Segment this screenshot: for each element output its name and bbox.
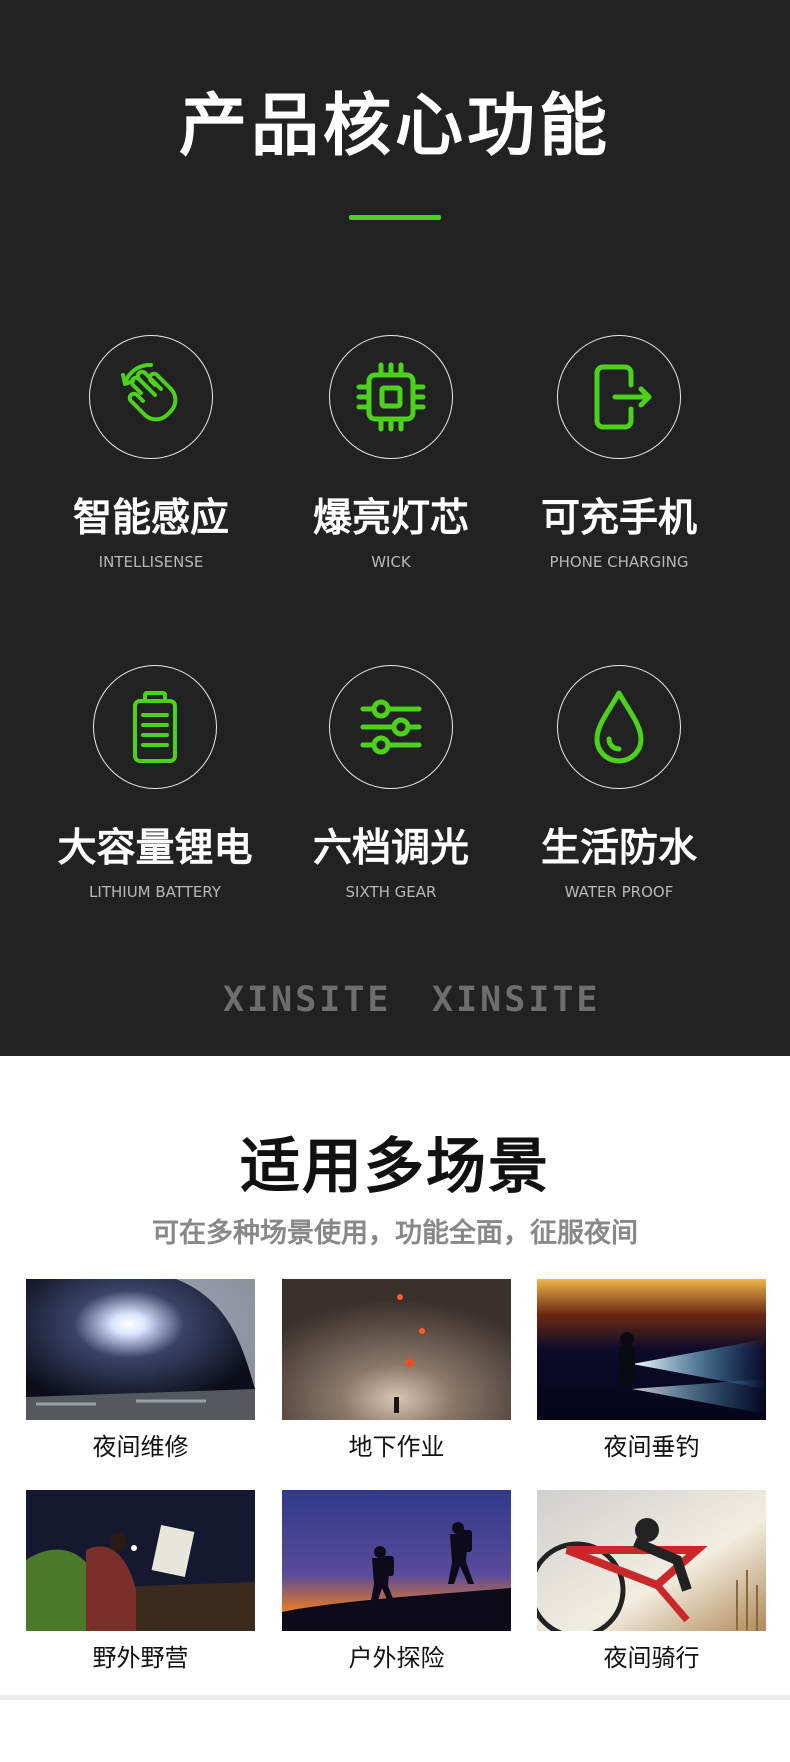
battery-icon <box>133 691 177 763</box>
scene-label: 野外野营 <box>92 1644 189 1672</box>
scene-card: 夜间维修 <box>26 1279 255 1462</box>
scene-card: 地下作业 <box>282 1279 511 1462</box>
scene-label: 户外探险 <box>348 1644 445 1672</box>
title-underline <box>349 215 441 220</box>
feature-subtitle: WATER PROOF <box>564 883 674 901</box>
scene-image-night-cycling <box>537 1490 766 1631</box>
scene-card: 户外探险 <box>282 1490 511 1673</box>
feature-title: 生活防水 <box>540 826 697 871</box>
scene-label: 夜间维修 <box>92 1433 189 1461</box>
scenes-title: 适用多场景 <box>240 1132 550 1202</box>
brand-watermark: XINSITE <box>223 980 392 1020</box>
feature-icon-circle <box>93 665 217 789</box>
feature-subtitle: PHONE CHARGING <box>549 553 689 571</box>
section-title: 产品核心功能 <box>178 87 611 166</box>
scene-image-outdoor-adventure <box>282 1490 511 1631</box>
feature-icon-circle <box>329 335 453 459</box>
feature-wick: 爆亮灯芯 WICK <box>271 335 511 572</box>
feature-water-proof: 生活防水 WATER PROOF <box>499 665 739 902</box>
scene-label: 夜间垂钓 <box>603 1433 700 1461</box>
bottom-divider <box>0 1695 790 1700</box>
feature-title: 大容量锂电 <box>57 826 253 871</box>
feature-title: 可充手机 <box>540 496 697 541</box>
feature-icon-circle <box>557 335 681 459</box>
feature-title: 爆亮灯芯 <box>312 496 469 541</box>
feature-phone-charging: 可充手机 PHONE CHARGING <box>499 335 739 572</box>
scene-image-underground <box>282 1279 511 1420</box>
chip-icon <box>356 362 426 432</box>
scene-image-camping <box>26 1490 255 1631</box>
scene-image-night-fishing <box>537 1279 766 1420</box>
scene-label: 夜间骑行 <box>603 1644 700 1672</box>
feature-subtitle: WICK <box>371 553 411 571</box>
feature-subtitle: INTELLISENSE <box>98 553 204 571</box>
feature-subtitle: LITHIUM BATTERY <box>89 883 221 901</box>
feature-subtitle: SIXTH GEAR <box>345 883 437 901</box>
feature-sixth-gear: 六档调光 SIXTH GEAR <box>271 665 511 902</box>
feature-title: 智能感应 <box>72 496 229 541</box>
brand-watermark: XINSITE <box>432 980 601 1020</box>
sliders-icon <box>360 699 422 755</box>
feature-intellisense: 智能感应 INTELLISENSE <box>31 335 271 572</box>
scene-card: 夜间骑行 <box>537 1490 766 1673</box>
scenes-subtitle: 可在多种场景使用，功能全面，征服夜间 <box>152 1218 638 1249</box>
scene-image-night-repair <box>26 1279 255 1420</box>
features-section: 产品核心功能 智能感应 INTELLISENSE 爆亮灯芯 WICK 可充手机 … <box>0 0 790 1056</box>
scene-card: 夜间垂钓 <box>537 1279 766 1462</box>
feature-icon-circle <box>89 335 213 459</box>
feature-title: 六档调光 <box>312 826 469 871</box>
water-drop-icon <box>594 690 644 764</box>
export-icon <box>594 364 652 430</box>
scene-label: 地下作业 <box>348 1433 445 1461</box>
scene-card: 野外野营 <box>26 1490 255 1673</box>
feature-lithium-battery: 大容量锂电 LITHIUM BATTERY <box>35 665 275 902</box>
hand-wave-icon <box>121 362 178 422</box>
feature-icon-circle <box>329 665 453 789</box>
feature-icon-circle <box>557 665 681 789</box>
